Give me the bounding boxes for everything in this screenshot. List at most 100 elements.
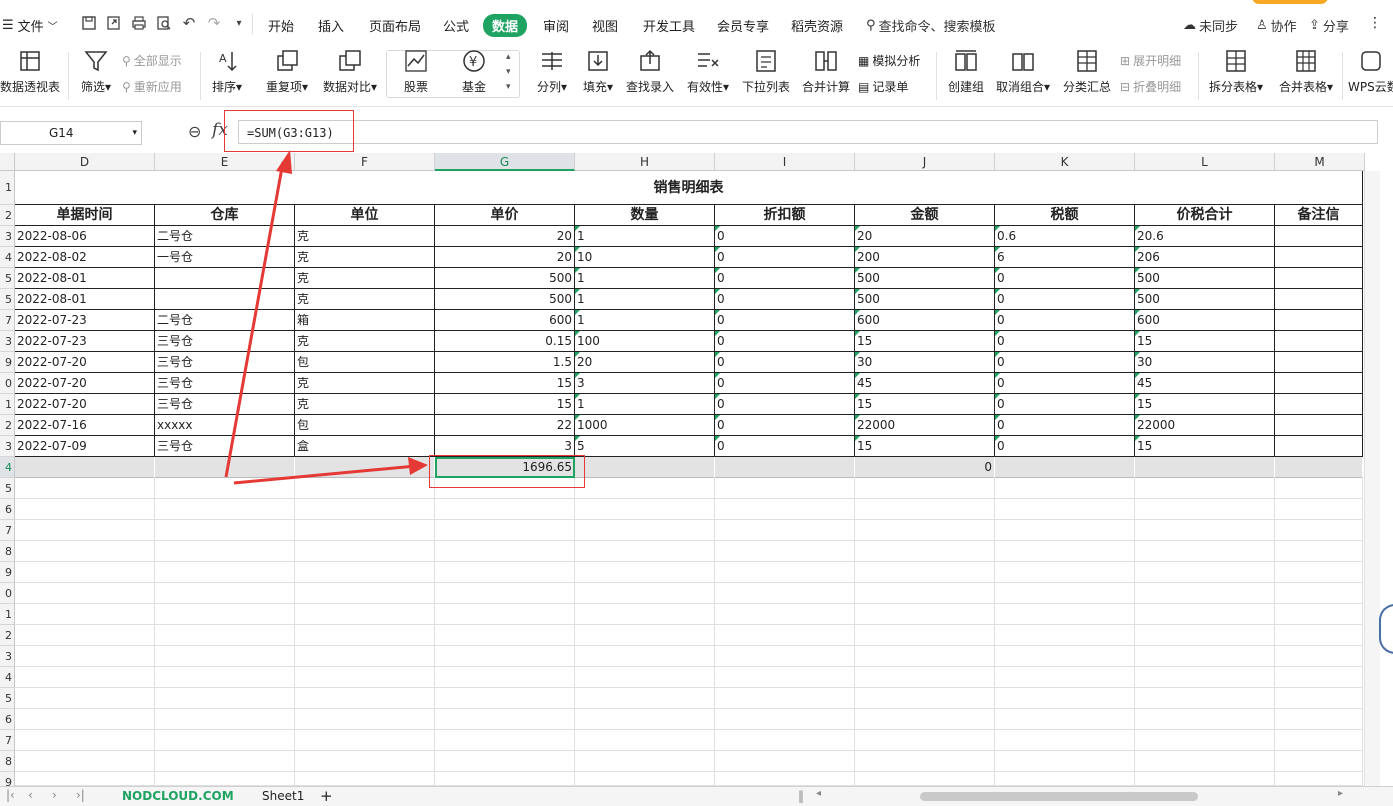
save-icon[interactable] [80,14,98,32]
select-all-corner[interactable] [0,153,15,171]
empty-cell[interactable] [575,478,715,499]
empty-cell[interactable] [435,709,575,730]
empty-cell[interactable] [435,583,575,604]
table-cell[interactable] [1275,436,1363,457]
table-cell[interactable]: 克 [295,268,435,289]
table-cell[interactable]: 0 [995,289,1135,310]
empty-cell[interactable] [855,520,995,541]
empty-cell[interactable] [155,541,295,562]
row-header-8[interactable]: 3 [0,331,15,352]
row-header-6[interactable]: 5 [0,289,15,310]
empty-cell[interactable] [155,772,295,786]
table-cell[interactable]: 22000 [1135,415,1275,436]
row-header-17[interactable]: 7 [0,520,15,541]
subtotal-button[interactable]: 分类汇总 [1060,48,1114,95]
empty-cell[interactable] [295,499,435,520]
empty-cell[interactable] [15,751,155,772]
scroll-left-icon[interactable]: ◂ [816,788,821,799]
next-sheet-icon[interactable]: › [52,788,57,802]
table-title[interactable]: 销售明细表 [15,171,1363,205]
empty-cell[interactable] [575,772,715,786]
table-cell[interactable] [1275,226,1363,247]
empty-cell[interactable] [295,541,435,562]
empty-cell[interactable] [435,772,575,786]
empty-cell[interactable] [155,520,295,541]
total-cell[interactable] [295,457,435,478]
table-cell[interactable]: 0 [995,268,1135,289]
table-cell[interactable]: 2022-08-06 [15,226,155,247]
reapply-button[interactable]: ⚲ 重新应用 [122,78,182,95]
empty-cell[interactable] [155,688,295,709]
empty-cell[interactable] [715,520,855,541]
print-preview-icon[interactable] [155,14,173,32]
table-cell[interactable]: 三号仓 [155,352,295,373]
row-header-26[interactable]: 6 [0,709,15,730]
empty-cell[interactable] [435,499,575,520]
empty-cell[interactable] [575,520,715,541]
table-cell[interactable]: 包 [295,352,435,373]
total-cell[interactable] [15,457,155,478]
empty-cell[interactable] [575,499,715,520]
table-cell[interactable]: 15 [435,394,575,415]
empty-cell[interactable] [855,541,995,562]
floating-assistant-icon[interactable] [1379,604,1393,654]
show-all-button[interactable]: ⚲ 全部显示 [122,52,182,69]
table-cell[interactable]: 200 [855,247,995,268]
collab-button[interactable]: ♙ 协作 [1256,16,1297,35]
empty-cell[interactable] [995,541,1135,562]
empty-cell[interactable] [1135,478,1275,499]
table-cell[interactable]: 二号仓 [155,310,295,331]
table-cell[interactable]: 6 [995,247,1135,268]
empty-cell[interactable] [1135,562,1275,583]
empty-cell[interactable] [855,646,995,667]
empty-cell[interactable] [715,646,855,667]
row-header-16[interactable]: 6 [0,499,15,520]
table-cell[interactable]: 1 [575,394,715,415]
empty-cell[interactable] [15,583,155,604]
empty-cell[interactable] [1135,625,1275,646]
split-column-button[interactable]: 分列▾ [532,48,572,95]
row-header-28[interactable]: 8 [0,751,15,772]
table-cell[interactable]: 0 [715,247,855,268]
row-header-12[interactable]: 2 [0,415,15,436]
table-cell[interactable]: 2022-07-23 [15,331,155,352]
table-cell[interactable] [1275,373,1363,394]
empty-cell[interactable] [1275,667,1363,688]
file-menu[interactable]: ☰ 文件 ﹀ [2,16,58,35]
empty-cell[interactable] [1275,583,1363,604]
empty-cell[interactable] [575,730,715,751]
ungroup-button[interactable]: 取消组合▾ [994,48,1052,95]
table-cell[interactable]: 0 [715,268,855,289]
empty-cell[interactable] [295,562,435,583]
lookup-entry-button[interactable]: 查找录入 [624,48,676,95]
table-cell[interactable]: 5 [575,436,715,457]
empty-cell[interactable] [715,751,855,772]
column-title[interactable]: 数量 [575,205,715,226]
table-cell[interactable] [1275,415,1363,436]
empty-cell[interactable] [1275,646,1363,667]
table-cell[interactable]: 500 [1135,289,1275,310]
empty-cell[interactable] [155,604,295,625]
empty-cell[interactable] [995,583,1135,604]
column-header-d[interactable]: D [15,153,155,171]
table-cell[interactable]: 三号仓 [155,331,295,352]
empty-cell[interactable] [855,625,995,646]
empty-cell[interactable] [15,730,155,751]
table-cell[interactable] [1275,247,1363,268]
empty-cell[interactable] [1275,751,1363,772]
column-header-j[interactable]: J [855,153,995,171]
table-cell[interactable]: 0 [715,352,855,373]
empty-cell[interactable] [15,520,155,541]
table-cell[interactable]: 0 [715,436,855,457]
empty-cell[interactable] [435,751,575,772]
empty-cell[interactable] [155,583,295,604]
table-cell[interactable]: 600 [855,310,995,331]
table-cell[interactable] [155,268,295,289]
empty-cell[interactable] [435,520,575,541]
empty-cell[interactable] [995,688,1135,709]
empty-cell[interactable] [995,751,1135,772]
tab-page-layout[interactable]: 页面布局 [369,16,421,35]
table-cell[interactable]: 克 [295,289,435,310]
empty-cell[interactable] [15,688,155,709]
row-header-13[interactable]: 3 [0,436,15,457]
